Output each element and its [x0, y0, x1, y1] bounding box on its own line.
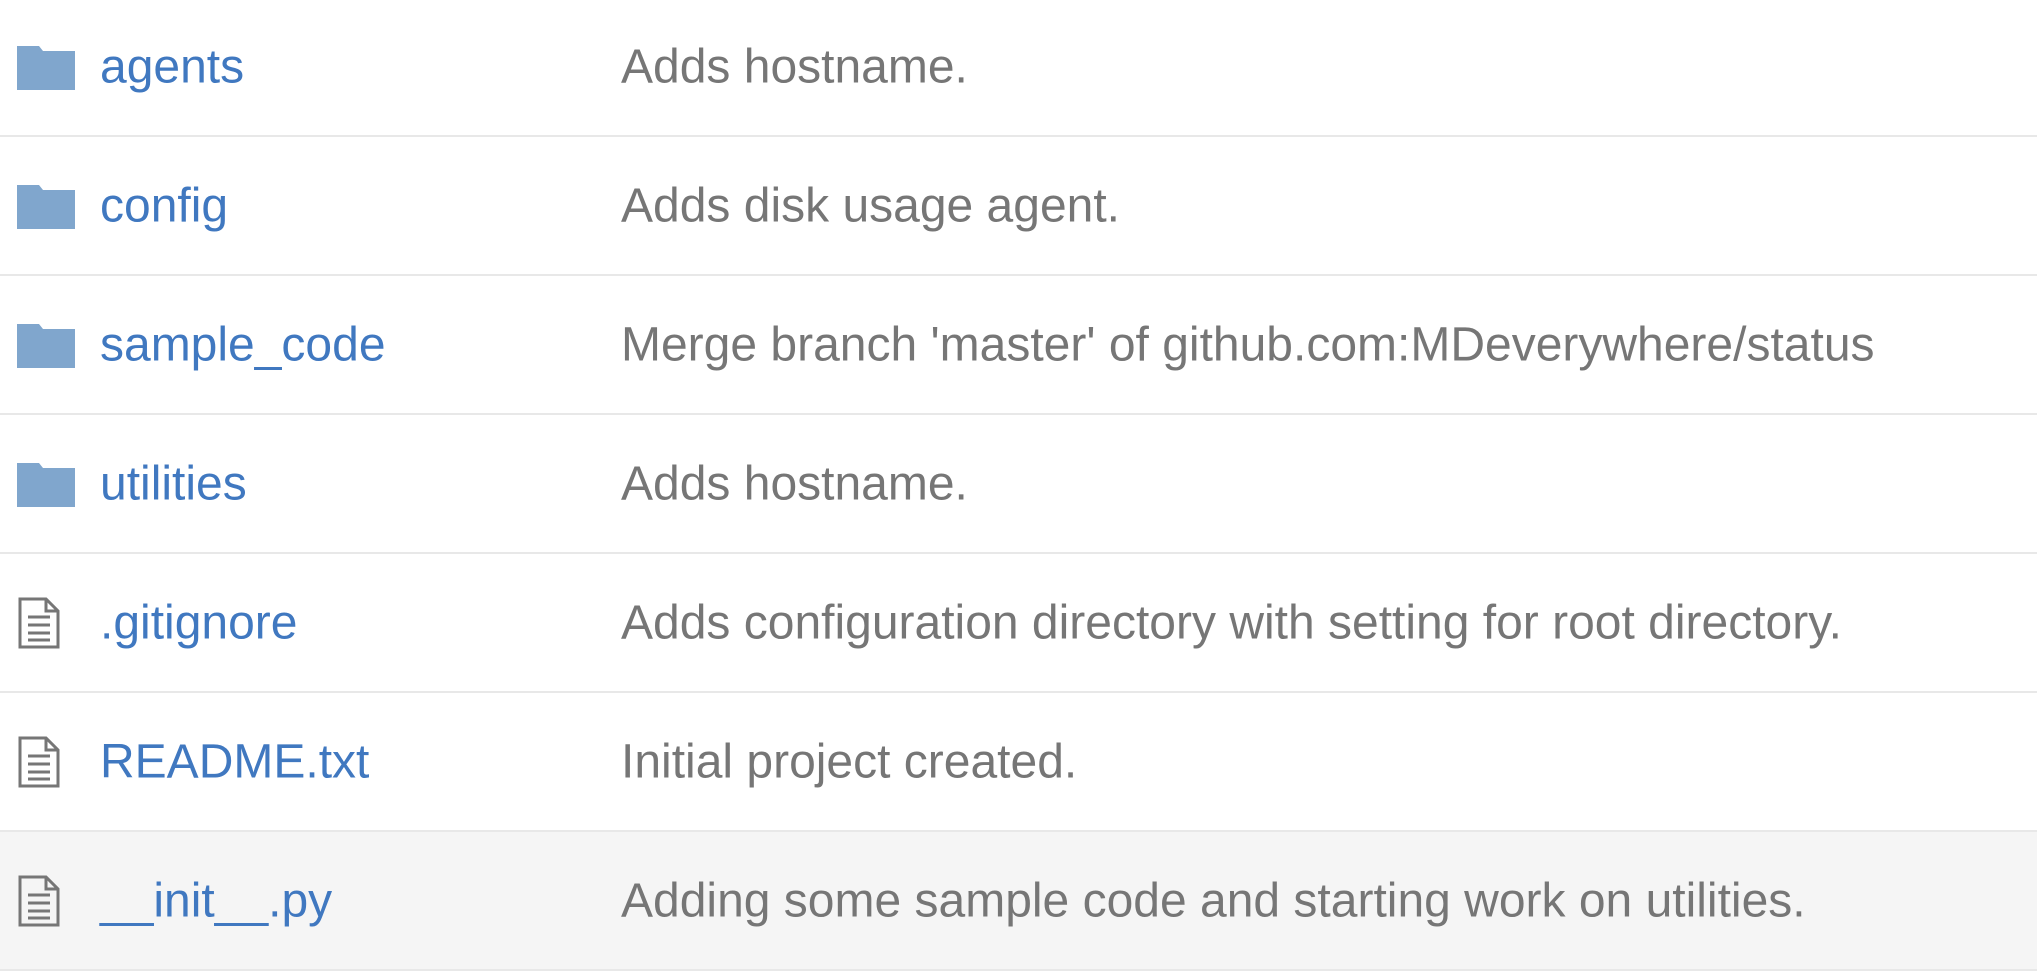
folder-icon [17, 315, 77, 375]
file-row-readme[interactable]: README.txt Initial project created. [0, 693, 2037, 832]
folder-icon [17, 454, 77, 514]
file-name-link[interactable]: __init__.py [100, 873, 332, 928]
file-text-icon [17, 732, 77, 792]
file-text-icon [17, 871, 77, 931]
file-row-config[interactable]: config Adds disk usage agent. [0, 137, 2037, 276]
file-row-gitignore[interactable]: .gitignore Adds configuration directory … [0, 554, 2037, 693]
commit-message-link[interactable]: Adds configuration directory with settin… [621, 595, 1842, 650]
file-row-sample-code[interactable]: sample_code Merge branch 'master' of git… [0, 276, 2037, 415]
file-name-link[interactable]: .gitignore [100, 595, 297, 650]
commit-message-link[interactable]: Adding some sample code and starting wor… [621, 873, 1806, 928]
file-row-utilities[interactable]: utilities Adds hostname. [0, 415, 2037, 554]
commit-message-link[interactable]: Adds hostname. [621, 456, 968, 511]
file-name-link[interactable]: utilities [100, 456, 247, 511]
commit-message-link[interactable]: Adds disk usage agent. [621, 178, 1120, 233]
file-list: agents Adds hostname. config Adds disk u… [0, 0, 2037, 971]
commit-message-link[interactable]: Initial project created. [621, 734, 1077, 789]
file-row-init-py[interactable]: __init__.py Adding some sample code and … [0, 832, 2037, 971]
file-name-link[interactable]: sample_code [100, 317, 386, 372]
file-row-agents[interactable]: agents Adds hostname. [0, 0, 2037, 137]
commit-message-link[interactable]: Merge branch 'master' of github.com:MDev… [621, 317, 1875, 372]
file-name-link[interactable]: config [100, 178, 228, 233]
file-text-icon [17, 593, 77, 653]
file-name-link[interactable]: agents [100, 39, 244, 94]
commit-message-link[interactable]: Adds hostname. [621, 39, 968, 94]
folder-icon [17, 176, 77, 236]
file-name-link[interactable]: README.txt [100, 734, 369, 789]
folder-icon [17, 37, 77, 97]
